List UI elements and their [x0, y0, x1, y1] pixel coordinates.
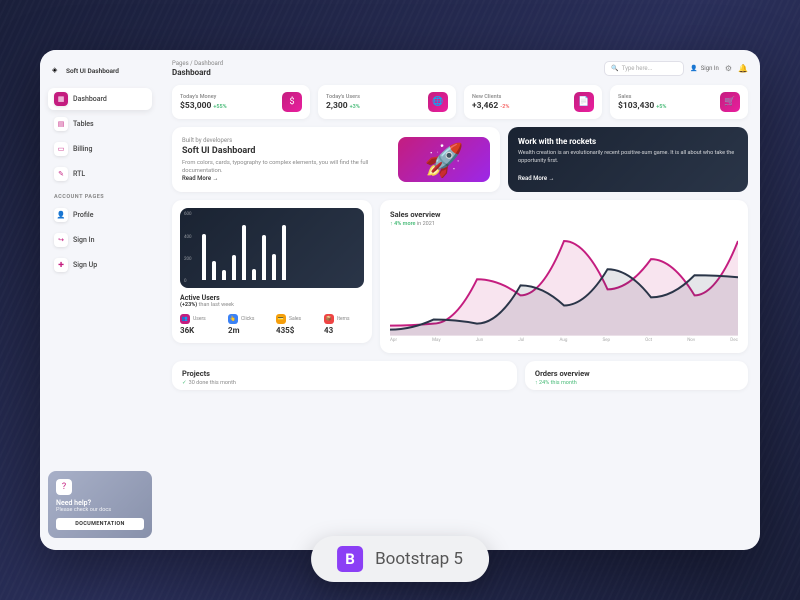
nav-signup[interactable]: ✚Sign Up: [48, 254, 152, 276]
hero2-desc: Wealth creation is an evolutionarily rec…: [518, 150, 738, 165]
stat-card-0: Today's Money$53,000+55%$: [172, 85, 310, 119]
metric: 👆Clicks2m: [228, 314, 268, 335]
check-icon: ✓: [182, 380, 187, 386]
bar: [282, 225, 286, 280]
active-users-card: 6004002000 Active Users (+23%) than last…: [172, 200, 372, 343]
help-sub: Please check our docs: [56, 507, 144, 513]
bootstrap-text: Bootstrap 5: [375, 549, 463, 569]
nav-tables[interactable]: ▤Tables: [48, 113, 152, 135]
stat-icon-1: 🌐: [428, 92, 448, 112]
help-icon: ?: [56, 479, 72, 495]
signup-icon: ✚: [54, 258, 68, 272]
dashboard-window: ◈ Soft UI Dashboard ▦Dashboard ▤Tables ▭…: [40, 50, 760, 550]
settings-icon[interactable]: ⚙: [725, 64, 732, 73]
nav-signin[interactable]: ↪Sign In: [48, 229, 152, 251]
profile-icon: 👤: [54, 208, 68, 222]
bar: [202, 234, 206, 280]
rocket-image: 🚀: [398, 137, 490, 182]
stat-icon-3: 🛒: [720, 92, 740, 112]
bar: [232, 255, 236, 281]
hero-kicker: Built by developers: [182, 137, 388, 144]
breadcrumb: Pages / Dashboard: [172, 60, 223, 67]
sales-overview-card: Sales overview ↑ 4% more in 2021 AprMayJ…: [380, 200, 748, 353]
bar: [222, 270, 226, 281]
orders-card: Orders overview ↑ 24% this month: [525, 361, 748, 390]
notifications-icon[interactable]: 🔔: [738, 64, 748, 73]
sales-title: Sales overview: [390, 210, 738, 219]
search-input[interactable]: 🔍Type here...: [604, 61, 684, 76]
sidebar: ◈ Soft UI Dashboard ▦Dashboard ▤Tables ▭…: [40, 50, 160, 550]
projects-card: Projects ✓30 done this month: [172, 361, 517, 390]
bar: [242, 225, 246, 280]
rtl-icon: ✎: [54, 167, 68, 181]
stat-icon-0: $: [282, 92, 302, 112]
nav-dashboard[interactable]: ▦Dashboard: [48, 88, 152, 110]
dashboard-icon: ▦: [54, 92, 68, 106]
metric: 💳Sales435$: [276, 314, 316, 335]
projects-sub: ✓30 done this month: [182, 380, 507, 386]
orders-title: Orders overview: [535, 369, 738, 378]
metric: 📦Items43: [324, 314, 364, 335]
brand-text: Soft UI Dashboard: [66, 67, 119, 75]
hero-desc: From colors, cards, typography to comple…: [182, 159, 388, 175]
orders-sub: ↑ 24% this month: [535, 380, 738, 386]
stat-card-3: Sales$103,430+5%🛒: [610, 85, 748, 119]
metric: 👥Users36K: [180, 314, 220, 335]
stats-row: Today's Money$53,000+55%$Today's Users2,…: [172, 85, 748, 119]
tables-icon: ▤: [54, 117, 68, 131]
bar: [252, 269, 256, 281]
search-icon: 🔍: [611, 65, 618, 72]
main-content: Pages / Dashboard Dashboard 🔍Type here..…: [160, 50, 760, 550]
user-icon: 👤: [690, 65, 697, 72]
bar: [262, 235, 266, 280]
bar: [272, 254, 276, 281]
read-more-link-2[interactable]: Read More →: [518, 175, 738, 182]
projects-title: Projects: [182, 369, 507, 378]
topbar: Pages / Dashboard Dashboard 🔍Type here..…: [172, 60, 748, 77]
hero-title: Soft UI Dashboard: [182, 146, 388, 156]
brand: ◈ Soft UI Dashboard: [48, 62, 152, 80]
billing-icon: ▭: [54, 142, 68, 156]
nav-rtl[interactable]: ✎RTL: [48, 163, 152, 185]
stat-card-1: Today's Users2,300+3%🌐: [318, 85, 456, 119]
documentation-button[interactable]: DOCUMENTATION: [56, 518, 144, 530]
hero-card-docs: Built by developers Soft UI Dashboard Fr…: [172, 127, 500, 192]
bootstrap-badge: B Bootstrap 5: [311, 536, 489, 582]
help-card: ? Need help? Please check our docs DOCUM…: [48, 471, 152, 538]
stat-card-2: New Clients+3,462-2%📄: [464, 85, 602, 119]
stat-icon-2: 📄: [574, 92, 594, 112]
nav-heading: ACCOUNT PAGES: [48, 188, 152, 204]
bootstrap-icon: B: [337, 546, 363, 572]
bar: [212, 261, 216, 280]
nav-profile[interactable]: 👤Profile: [48, 204, 152, 226]
line-chart: [390, 235, 738, 336]
sales-sub: ↑ 4% more in 2021: [390, 221, 738, 227]
read-more-link[interactable]: Read More →: [182, 175, 388, 182]
hero2-title: Work with the rockets: [518, 137, 738, 146]
active-users-sub: (+23%) than last week: [180, 302, 364, 308]
bar-chart: 6004002000: [180, 208, 364, 288]
page-title: Dashboard: [172, 68, 223, 77]
brand-icon: ◈: [52, 66, 62, 76]
help-title: Need help?: [56, 499, 144, 507]
signin-link[interactable]: 👤Sign In: [690, 65, 719, 72]
signin-icon: ↪: [54, 233, 68, 247]
hero-card-rockets: Work with the rockets Wealth creation is…: [508, 127, 748, 192]
nav-billing[interactable]: ▭Billing: [48, 138, 152, 160]
